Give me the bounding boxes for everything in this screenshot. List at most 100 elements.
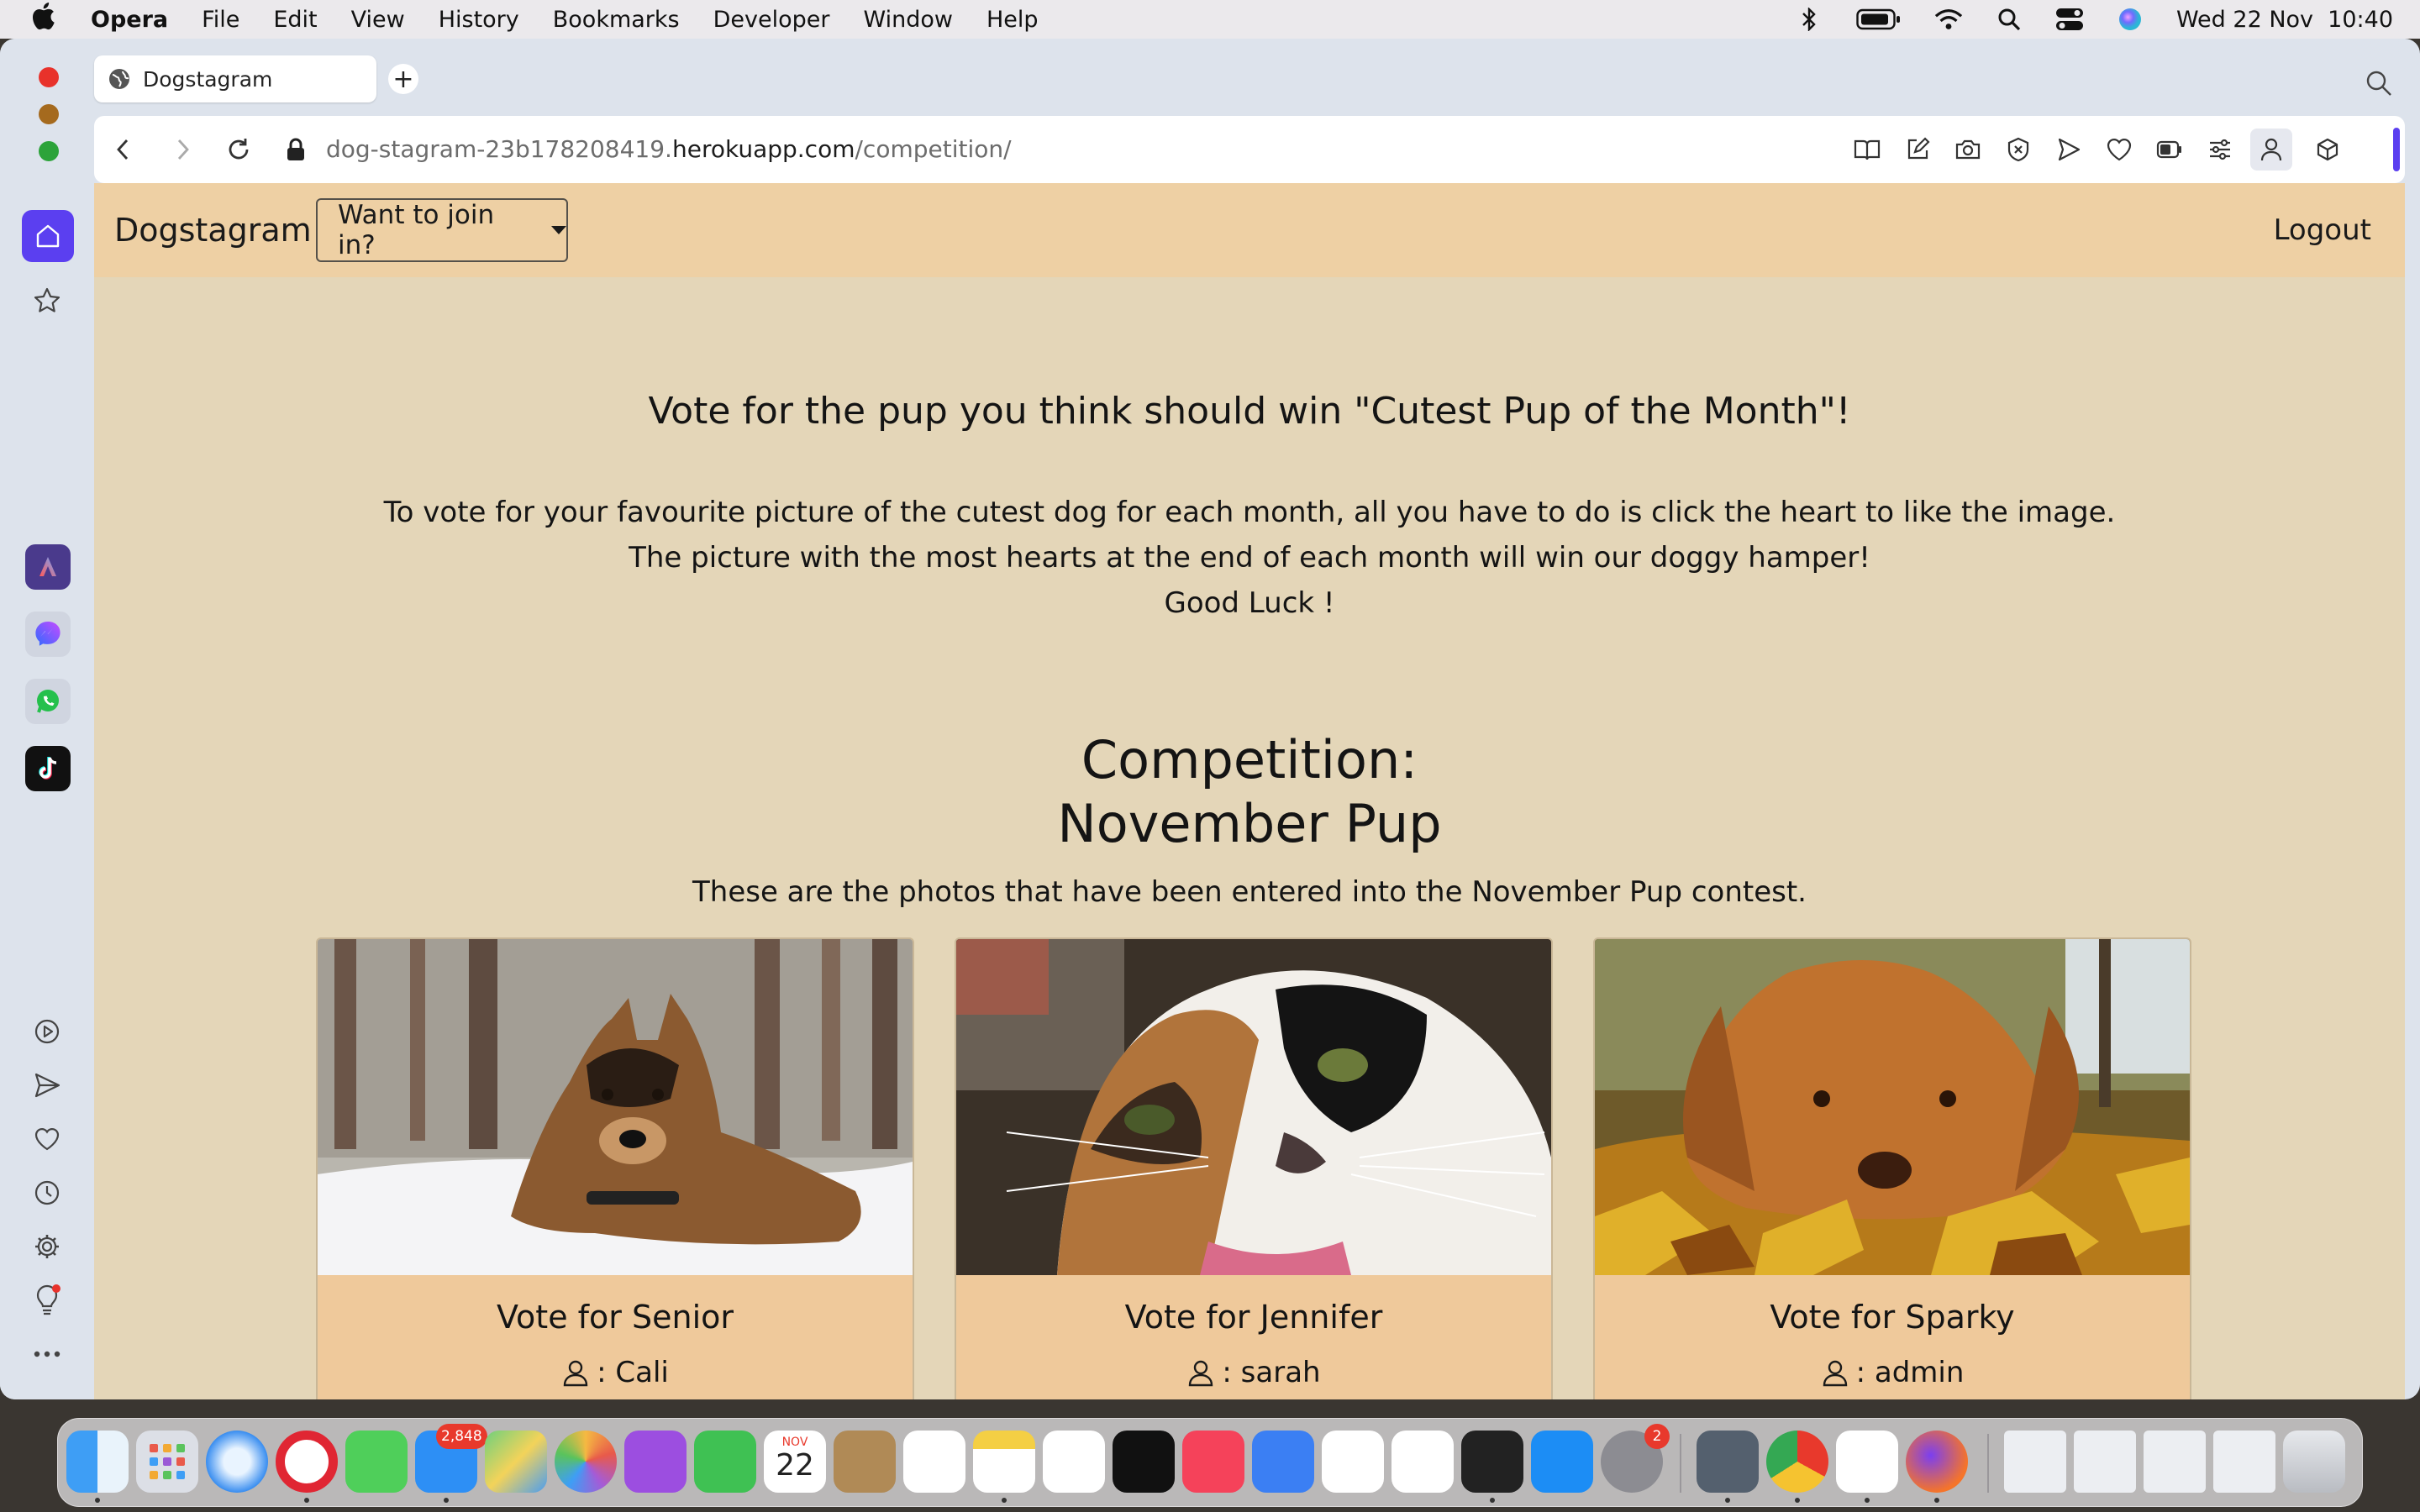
tab-search-button[interactable]	[2365, 69, 2395, 99]
sidebar-home-button[interactable]	[22, 210, 74, 262]
control-center-icon[interactable]	[2055, 8, 2084, 30]
spotlight-search-icon[interactable]	[1995, 8, 2023, 31]
home-icon	[36, 224, 60, 248]
sidebar-messenger-button[interactable]	[25, 612, 71, 657]
recent-file-thumbnail[interactable]	[2213, 1431, 2275, 1493]
chrome-icon[interactable]	[1766, 1431, 1828, 1493]
plus-icon: +	[392, 64, 414, 94]
easy-setup-sliders-button[interactable]	[2203, 133, 2237, 166]
numbers-icon[interactable]	[1322, 1431, 1384, 1493]
menu-app-opera[interactable]: Opera	[91, 7, 168, 33]
pages-icon[interactable]	[1392, 1431, 1454, 1493]
wifi-icon[interactable]	[1934, 8, 1963, 30]
podcasts-icon[interactable]	[624, 1431, 687, 1493]
flow-button[interactable]	[2052, 133, 2086, 166]
extensions-button[interactable]	[2311, 133, 2344, 166]
url-field[interactable]: dog-stagram-23b178208419.herokuapp.com/c…	[326, 133, 1012, 166]
facetime-icon[interactable]	[694, 1431, 756, 1493]
menu-window[interactable]: Window	[864, 7, 953, 33]
bluetooth-icon[interactable]	[1795, 8, 1823, 31]
sidebar-more-button[interactable]	[30, 1337, 64, 1371]
battery-saver-button[interactable]	[2153, 133, 2186, 166]
reader-mode-button[interactable]	[1850, 133, 1884, 166]
reload-icon	[229, 139, 249, 160]
safari-icon[interactable]	[206, 1431, 268, 1493]
smiley-app-icon[interactable]	[1836, 1431, 1898, 1493]
music-icon[interactable]	[1182, 1431, 1244, 1493]
chrome-running-indicator	[1795, 1498, 1800, 1503]
calendar-icon[interactable]: NOV 22	[764, 1431, 826, 1493]
battery-icon[interactable]	[1855, 8, 1902, 30]
menubar-clock[interactable]: Wed 22 Nov 10:40	[2176, 7, 2393, 33]
preview-icon[interactable]	[1697, 1431, 1759, 1493]
notes-icon[interactable]	[973, 1431, 1035, 1493]
camera-icon	[1955, 139, 1981, 160]
messages-icon[interactable]	[345, 1431, 408, 1493]
minimize-window-button[interactable]	[39, 104, 59, 124]
dock-divider	[1987, 1434, 1989, 1493]
logout-link[interactable]: Logout	[2274, 205, 2371, 255]
opera-icon[interactable]	[276, 1431, 338, 1493]
apple-tv-icon[interactable]	[1113, 1431, 1175, 1493]
menu-edit[interactable]: Edit	[273, 7, 317, 33]
reminders-icon[interactable]	[903, 1431, 965, 1493]
sidebar-favourites-button[interactable]	[30, 1122, 64, 1156]
profile-button[interactable]	[2250, 129, 2292, 171]
back-button[interactable]	[106, 133, 139, 166]
forward-button[interactable]	[166, 133, 200, 166]
launchpad-icon[interactable]	[136, 1431, 198, 1493]
trash-icon[interactable]	[2283, 1431, 2345, 1493]
join-dropdown-button[interactable]: Want to join in?	[316, 198, 568, 262]
easy-setup-button[interactable]	[1901, 133, 1934, 166]
entry-owner-jennifer: : sarah	[956, 1356, 1551, 1389]
adblock-button[interactable]	[2002, 133, 2035, 166]
siri-icon[interactable]	[2116, 8, 2144, 30]
vote-sparky-label[interactable]: Vote for Sparky	[1595, 1299, 2190, 1336]
reload-button[interactable]	[222, 133, 255, 166]
apple-menu-icon[interactable]	[30, 2, 72, 38]
vote-senior-label[interactable]: Vote for Senior	[318, 1299, 913, 1336]
garageband-icon[interactable]	[1461, 1431, 1523, 1493]
freeform-icon[interactable]	[1043, 1431, 1105, 1493]
padlock-icon	[287, 138, 304, 160]
app-store-icon[interactable]	[1531, 1431, 1593, 1493]
entry-owner-name: : sarah	[1222, 1356, 1321, 1389]
lock-icon[interactable]	[279, 133, 313, 166]
sidebar-panel-handle[interactable]	[2393, 128, 2400, 171]
finder-icon[interactable]	[66, 1431, 129, 1493]
recent-file-thumbnail[interactable]	[2144, 1431, 2206, 1493]
maps-icon[interactable]	[485, 1431, 547, 1493]
menu-help[interactable]: Help	[986, 7, 1039, 33]
menu-bookmarks[interactable]: Bookmarks	[553, 7, 680, 33]
sidebar-history-button[interactable]	[30, 1176, 64, 1210]
new-tab-button[interactable]: +	[388, 64, 418, 94]
entry-photo-senior[interactable]	[318, 939, 913, 1275]
tab-dogstagram[interactable]: Dogstagram	[94, 55, 376, 102]
sidebar-tips-button[interactable]	[30, 1284, 64, 1317]
recent-file-thumbnail[interactable]	[2074, 1431, 2136, 1493]
sidebar-whatsapp-button[interactable]	[25, 679, 71, 724]
snapshot-button[interactable]	[1951, 133, 1985, 166]
menu-developer[interactable]: Developer	[713, 7, 830, 33]
sidebar-tiktok-button[interactable]	[25, 746, 71, 791]
vote-jennifer-label[interactable]: Vote for Jennifer	[956, 1299, 1551, 1336]
menu-view[interactable]: View	[351, 7, 405, 33]
menu-history[interactable]: History	[439, 7, 519, 33]
add-to-favourites-button[interactable]	[2102, 133, 2136, 166]
entry-photo-sparky[interactable]	[1595, 939, 2190, 1275]
entry-photo-jennifer[interactable]	[956, 939, 1551, 1275]
photos-icon[interactable]	[555, 1431, 617, 1493]
sidebar-settings-button[interactable]	[30, 1230, 64, 1263]
sidebar-aria-button[interactable]	[25, 544, 71, 590]
site-brand[interactable]: Dogstagram	[114, 205, 312, 255]
zoom-window-button[interactable]	[39, 141, 59, 161]
sidebar-player-button[interactable]	[30, 1015, 64, 1048]
contacts-icon[interactable]	[834, 1431, 896, 1493]
menu-file[interactable]: File	[202, 7, 239, 33]
sidebar-send-button[interactable]	[30, 1068, 64, 1102]
sidebar-bookmarks-button[interactable]	[30, 284, 64, 318]
firefox-icon[interactable]	[1906, 1431, 1968, 1493]
recent-file-thumbnail[interactable]	[2004, 1431, 2066, 1493]
keynote-icon[interactable]	[1252, 1431, 1314, 1493]
close-window-button[interactable]	[39, 67, 59, 87]
